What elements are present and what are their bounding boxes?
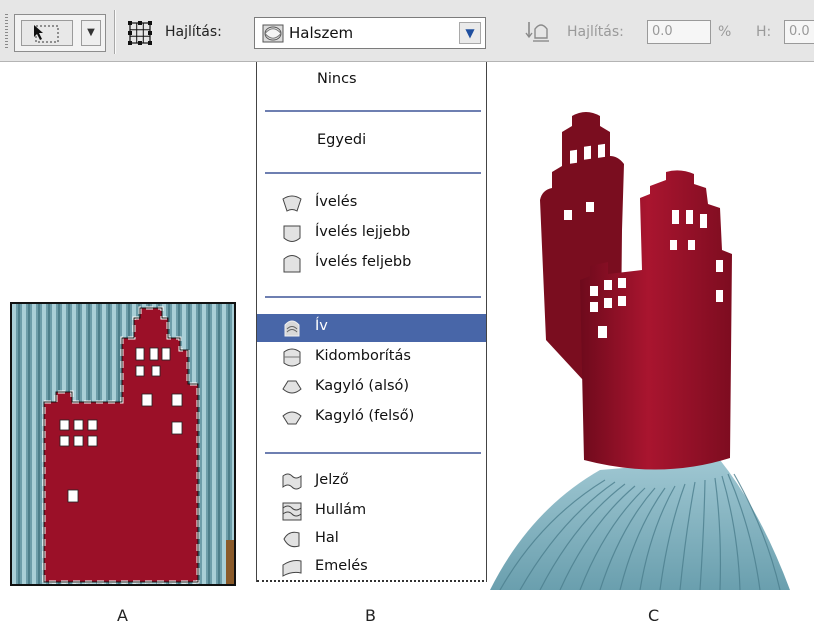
menu-item-rise[interactable]: Emelés xyxy=(257,554,486,582)
warp-style-select[interactable]: Halszem ▼ xyxy=(254,17,486,49)
flag-icon xyxy=(281,471,303,492)
bulge-icon xyxy=(281,347,303,368)
fisheye-icon xyxy=(262,24,284,43)
menu-item-fish[interactable]: Hal xyxy=(257,526,486,554)
menu-separator xyxy=(265,172,481,174)
menu-separator xyxy=(265,452,481,454)
menu-item-custom[interactable]: Egyedi xyxy=(257,128,486,156)
menu-item-none[interactable]: Nincs xyxy=(257,67,486,95)
arc-lower-icon xyxy=(281,223,303,244)
wave-icon xyxy=(281,501,303,522)
menu-item-arc-upper[interactable]: Ívelés feljebb xyxy=(257,250,486,278)
bend-label: Hajlítás: xyxy=(567,24,624,40)
toolbar-divider xyxy=(114,10,115,54)
caption-a: A xyxy=(117,606,128,625)
options-bar: ▼ Hajlítás: Halszem ▼ Hajlítás: 0.0 % H:… xyxy=(0,0,814,62)
fish-icon xyxy=(281,529,303,550)
chevron-down-icon[interactable]: ▼ xyxy=(81,20,101,46)
shell-upper-icon xyxy=(281,407,303,428)
menu-item-arc[interactable]: Ívelés xyxy=(257,190,486,218)
original-image-panel xyxy=(10,302,236,586)
shell-lower-icon xyxy=(281,377,303,398)
percent-unit: % xyxy=(718,24,732,40)
caption-c: C xyxy=(648,606,660,625)
menu-separator xyxy=(265,296,481,298)
rise-icon xyxy=(281,557,303,578)
arc-icon xyxy=(281,193,303,214)
menu-item-wave[interactable]: Hullám xyxy=(257,498,486,526)
arch-icon xyxy=(281,317,303,338)
warp-style-value: Halszem xyxy=(289,24,354,42)
warp-style-label: Hajlítás: xyxy=(165,24,222,40)
arc-upper-icon xyxy=(281,253,303,274)
warped-building-image xyxy=(490,112,790,590)
warped-result-panel xyxy=(490,90,814,590)
menu-item-flag[interactable]: Jelző xyxy=(257,468,486,496)
original-building-image xyxy=(12,304,234,584)
warp-mode-icon[interactable] xyxy=(126,19,154,47)
menu-scroll-edge xyxy=(257,580,486,582)
orientation-icon[interactable] xyxy=(524,18,552,46)
tool-preset-picker[interactable]: ▼ xyxy=(14,14,106,52)
horizontal-label: H: xyxy=(756,24,772,40)
chevron-down-icon[interactable]: ▼ xyxy=(459,22,481,44)
menu-item-arch[interactable]: Ív xyxy=(257,314,486,342)
menu-item-arc-lower[interactable]: Ívelés lejjebb xyxy=(257,220,486,248)
menu-item-shell-upper[interactable]: Kagyló (felső) xyxy=(257,404,486,432)
menu-separator xyxy=(265,110,481,112)
toolbar-grip[interactable] xyxy=(5,14,8,50)
menu-item-shell-lower[interactable]: Kagyló (alsó) xyxy=(257,374,486,402)
warp-style-dropdown-list: Nincs Egyedi Ívelés Ívelés lejjebb Ívelé… xyxy=(256,62,487,582)
transform-tool-icon[interactable] xyxy=(21,20,73,46)
bend-input[interactable]: 0.0 xyxy=(647,20,711,44)
caption-b: B xyxy=(365,606,376,625)
horizontal-input[interactable]: 0.0 xyxy=(784,20,814,44)
menu-item-bulge[interactable]: Kidomborítás xyxy=(257,344,486,372)
